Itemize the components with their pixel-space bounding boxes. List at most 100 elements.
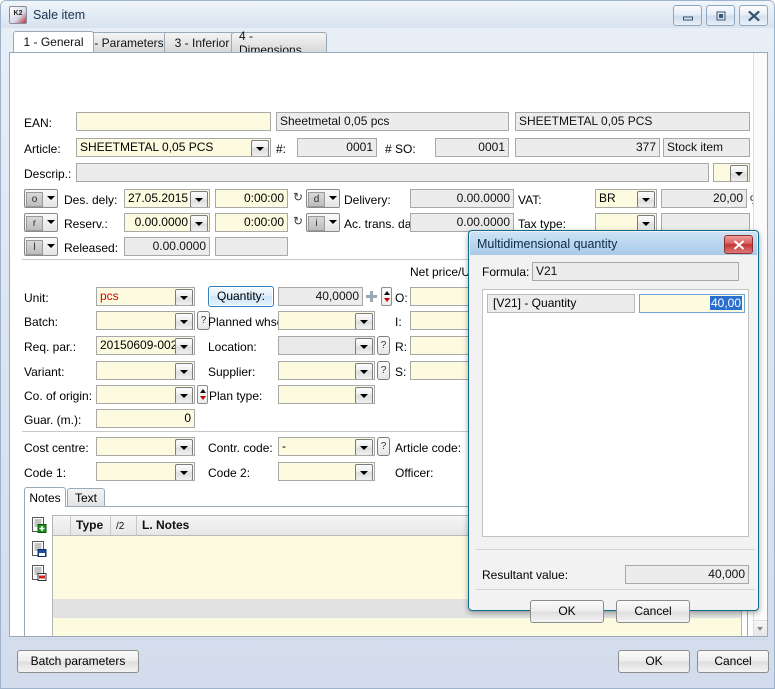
chevron-down-icon[interactable] bbox=[175, 313, 193, 329]
maximize-button[interactable] bbox=[706, 5, 735, 26]
subtab-text[interactable]: Text bbox=[67, 488, 105, 507]
code1-combo[interactable] bbox=[96, 462, 195, 481]
grid-col-selector[interactable] bbox=[53, 516, 71, 535]
chevron-down-icon[interactable] bbox=[355, 313, 373, 329]
location-combo[interactable] bbox=[278, 336, 375, 355]
co-of-origin-combo[interactable] bbox=[96, 385, 195, 404]
chevron-down-icon[interactable] bbox=[175, 363, 193, 379]
revert-icon[interactable]: ↻ bbox=[293, 190, 303, 204]
chevron-down-icon[interactable] bbox=[175, 387, 193, 403]
variant-combo[interactable] bbox=[96, 361, 195, 380]
reserv-date[interactable]: 0.00.0000 bbox=[124, 213, 210, 232]
chevron-down-icon[interactable] bbox=[637, 191, 655, 207]
vat-combo[interactable]: BR bbox=[595, 189, 657, 208]
unit-combo[interactable]: pcs bbox=[96, 287, 195, 306]
revert-icon[interactable]: ↻ bbox=[293, 214, 303, 228]
variable-row-input[interactable]: 40,00 bbox=[639, 294, 745, 313]
code2-label: Code 2: bbox=[208, 466, 251, 480]
o-label: O: bbox=[395, 291, 408, 305]
divider bbox=[476, 549, 755, 550]
ean-input[interactable] bbox=[76, 112, 271, 131]
tab-inferior[interactable]: 3 - Inferior bbox=[164, 32, 240, 52]
article-hash-value: 0001 bbox=[297, 138, 377, 157]
released-label: Released: bbox=[64, 241, 119, 255]
chevron-down-icon[interactable] bbox=[355, 439, 373, 455]
delete-note-icon[interactable] bbox=[31, 564, 48, 582]
ac-trans-prefix-button[interactable]: i bbox=[306, 213, 340, 232]
des-dely-time[interactable]: 0:00:00 bbox=[215, 189, 288, 208]
multidimensional-spin-icon[interactable] bbox=[381, 287, 392, 306]
des-dely-prefix-button[interactable]: o bbox=[24, 189, 58, 208]
dialog-close-button[interactable] bbox=[724, 235, 753, 254]
guar-value[interactable]: 0 bbox=[96, 409, 195, 428]
ok-button[interactable]: OK bbox=[618, 650, 690, 673]
code2-combo[interactable] bbox=[278, 462, 375, 481]
chevron-down-icon[interactable] bbox=[175, 464, 193, 480]
article-so-value: 0001 bbox=[435, 138, 509, 157]
calendar-chevron-icon[interactable] bbox=[190, 215, 208, 231]
dialog-title-bar: Multidimensional quantity bbox=[470, 232, 757, 255]
chevron-down-icon[interactable] bbox=[175, 439, 193, 455]
article-value: SHEETMETAL 0,05 PCS bbox=[80, 140, 214, 154]
supplier-help-icon[interactable]: ? bbox=[377, 361, 390, 380]
cancel-button[interactable]: Cancel bbox=[697, 650, 769, 673]
delivery-prefix-value: d bbox=[308, 191, 325, 207]
batch-label: Batch: bbox=[24, 315, 59, 329]
bottom-button-bar: Batch parameters OK Cancel bbox=[9, 639, 769, 682]
chevron-down-icon[interactable] bbox=[175, 338, 193, 354]
released-prefix-button[interactable]: l bbox=[24, 237, 58, 256]
chevron-down-icon[interactable] bbox=[175, 289, 193, 305]
article-label: Article: bbox=[24, 142, 61, 156]
dialog-cancel-button[interactable]: Cancel bbox=[616, 600, 690, 623]
tab-dimensions[interactable]: 4 - Dimensions bbox=[231, 29, 327, 57]
chevron-down-icon[interactable] bbox=[355, 387, 373, 403]
k2-logo-icon: K2 bbox=[9, 5, 27, 24]
multidimensional-quantity-dialog: Multidimensional quantity Formula: V21 [… bbox=[468, 230, 759, 623]
contr-code-help-icon[interactable]: ? bbox=[377, 437, 390, 456]
delivery-prefix-button[interactable]: d bbox=[306, 189, 340, 208]
supplier-combo[interactable] bbox=[278, 361, 375, 380]
reserv-time[interactable]: 0:00:00 bbox=[215, 213, 288, 232]
plan-type-spin-icon[interactable] bbox=[197, 385, 208, 404]
chevron-down-icon[interactable] bbox=[355, 363, 373, 379]
req-par-combo[interactable]: 20150609-002 bbox=[96, 336, 195, 355]
quantity-button[interactable]: Quantity: bbox=[208, 286, 274, 307]
chevron-down-icon[interactable] bbox=[730, 165, 748, 181]
reserv-date-value: 0.00.0000 bbox=[134, 215, 188, 229]
article-combo[interactable]: SHEETMETAL 0,05 PCS bbox=[76, 138, 271, 157]
descrip-combo[interactable] bbox=[713, 163, 750, 182]
variable-row-label[interactable]: [V21] - Quantity bbox=[487, 294, 635, 313]
close-button[interactable] bbox=[739, 5, 768, 26]
contr-code-combo[interactable]: - bbox=[278, 437, 375, 456]
unit-label: Unit: bbox=[24, 291, 49, 305]
subtab-notes[interactable]: Notes bbox=[24, 487, 66, 507]
batch-parameters-button[interactable]: Batch parameters bbox=[17, 650, 139, 673]
formula-label: Formula: bbox=[482, 265, 530, 279]
chevron-down-icon[interactable] bbox=[355, 338, 373, 354]
co-of-origin-label: Co. of origin: bbox=[24, 389, 93, 403]
descrip-input[interactable] bbox=[76, 163, 709, 182]
cost-centre-combo[interactable] bbox=[96, 437, 195, 456]
grid-col-type[interactable]: Type bbox=[71, 516, 111, 535]
chevron-down-icon[interactable] bbox=[251, 140, 269, 156]
calendar-chevron-icon[interactable] bbox=[190, 191, 208, 207]
delivery-label: Delivery: bbox=[344, 193, 391, 207]
reserv-prefix-button[interactable]: r bbox=[24, 213, 58, 232]
main-tabs: 1 - General 2 - Parameters 3 - Inferior … bbox=[9, 29, 766, 57]
minimize-button[interactable] bbox=[673, 5, 702, 26]
des-dely-date[interactable]: 27.05.2015 bbox=[124, 189, 210, 208]
i-label: I: bbox=[395, 315, 402, 329]
plan-type-combo[interactable] bbox=[278, 385, 375, 404]
grid-col-ratio[interactable]: /2 bbox=[111, 516, 137, 535]
planned-whse-combo[interactable] bbox=[278, 311, 375, 330]
chevron-down-icon[interactable] bbox=[355, 464, 373, 480]
tab-general[interactable]: 1 - General bbox=[13, 31, 94, 52]
location-help-icon[interactable]: ? bbox=[377, 336, 390, 355]
edit-note-icon[interactable] bbox=[31, 540, 48, 558]
new-note-icon[interactable] bbox=[31, 516, 48, 534]
scroll-down-arrow[interactable] bbox=[754, 620, 767, 636]
dialog-ok-button[interactable]: OK bbox=[530, 600, 604, 623]
batch-combo[interactable] bbox=[96, 311, 195, 330]
quantity-value[interactable]: 40,0000 bbox=[278, 287, 363, 306]
plus-icon[interactable] bbox=[366, 291, 377, 302]
